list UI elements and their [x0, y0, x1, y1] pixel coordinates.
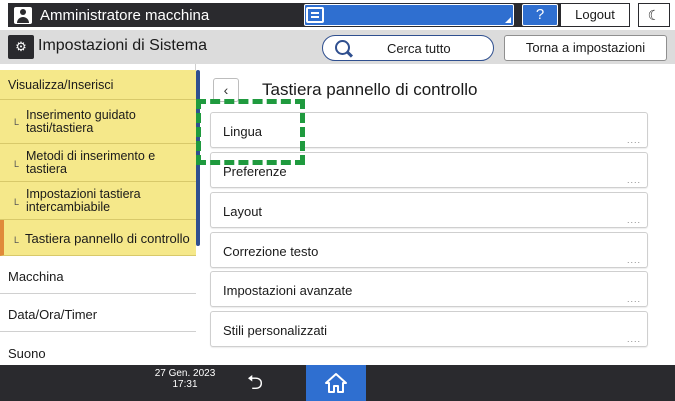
setting-row-label: Preferenze — [223, 164, 287, 179]
search-icon — [335, 40, 350, 55]
sidebar-item-data-ora-timer[interactable]: Data/Ora/Timer — [0, 294, 196, 332]
setting-row-correzione-testo[interactable]: Correzione testo .... — [210, 232, 648, 268]
highlight-callout — [196, 99, 305, 165]
sidebar-item-macchina[interactable]: Macchina — [0, 256, 196, 294]
date-label: 27 Gen. 2023 — [154, 368, 216, 379]
sidebar-item-suono[interactable]: Suono — [0, 332, 196, 365]
undo-icon[interactable]: ⮌ — [240, 370, 270, 396]
sidebar-item-label: Metodi di inserimento e tastiera — [26, 149, 156, 176]
more-dots-icon: .... — [626, 334, 641, 344]
sidebar-item-tastiera-intercambiabile[interactable]: L Impostazioni tastiera intercambiabile — [0, 182, 196, 220]
screen-switch-bar[interactable] — [304, 4, 514, 26]
setting-row-stili-personalizzati[interactable]: Stili personalizzati .... — [210, 311, 648, 347]
sidebar-item-label: Data/Ora/Timer — [8, 307, 98, 322]
setting-row-label: Correzione testo — [223, 244, 319, 259]
chevron-left-icon: ‹ — [223, 82, 229, 98]
page-title: Tastiera pannello di controllo — [262, 80, 478, 99]
setting-row-label: Layout — [223, 204, 263, 219]
page-app-title: Impostazioni di Sistema — [38, 37, 207, 54]
more-dots-icon: .... — [626, 294, 641, 304]
user-icon — [14, 6, 32, 24]
sidebar-item-label: Impostazioni tastiera intercambiabile — [26, 187, 141, 214]
sidebar-item-inserimento-guidato[interactable]: L Inserimento guidato tasti/tastiera — [0, 100, 196, 144]
more-dots-icon: .... — [626, 175, 641, 185]
expand-corner-icon — [505, 17, 511, 23]
sub-item-mark: L — [14, 117, 20, 127]
user-indicator[interactable]: Amministratore macchina — [8, 3, 292, 27]
more-dots-icon: .... — [626, 255, 641, 265]
sub-item-mark: L — [14, 197, 20, 207]
search-all-button[interactable]: Cerca tutto — [322, 35, 494, 61]
home-button[interactable] — [306, 365, 366, 401]
logout-button[interactable]: Logout — [560, 3, 630, 27]
sidebar-item-label: Inserimento guidato tasti/tastiera — [26, 108, 136, 135]
sidebar-item-label: Suono — [8, 346, 46, 361]
sidebar-item-tastiera-pannello[interactable]: L Tastiera pannello di controllo — [0, 220, 196, 256]
moon-icon: ☾ — [647, 7, 661, 23]
energy-saver-button[interactable]: ☾ — [638, 3, 670, 27]
sidebar-item-visualizza-inserisci[interactable]: Visualizza/Inserisci — [0, 70, 196, 100]
sidebar-item-label: Macchina — [8, 269, 64, 284]
back-to-settings-button[interactable]: Torna a impostazioni — [504, 35, 667, 61]
sub-item-mark: L — [14, 235, 20, 245]
time-label: 17:31 — [172, 379, 198, 390]
sidebar-item-label: Tastiera pannello di controllo — [25, 231, 190, 246]
settings-gear-icon: ⚙ — [8, 35, 34, 59]
setting-row-layout[interactable]: Layout .... — [210, 192, 648, 228]
sub-item-mark: L — [14, 159, 20, 169]
search-all-label: Cerca tutto — [387, 41, 451, 56]
setting-row-label: Impostazioni avanzate — [223, 283, 353, 298]
home-icon — [325, 373, 347, 393]
help-button[interactable]: ? — [522, 4, 558, 26]
sidebar-item-label: Visualizza/Inserisci — [8, 78, 114, 92]
setting-row-label: Stili personalizzati — [223, 323, 328, 338]
setting-row-impostazioni-avanzate[interactable]: Impostazioni avanzate .... — [210, 271, 648, 307]
screen-icon — [306, 7, 324, 23]
date-time-display: 27 Gen. 2023 17:31 — [150, 368, 220, 390]
sidebar-item-metodi-inserimento[interactable]: L Metodi di inserimento e tastiera — [0, 144, 196, 182]
more-dots-icon: .... — [626, 135, 641, 145]
user-label: Amministratore macchina — [40, 6, 210, 24]
more-dots-icon: .... — [626, 215, 641, 225]
